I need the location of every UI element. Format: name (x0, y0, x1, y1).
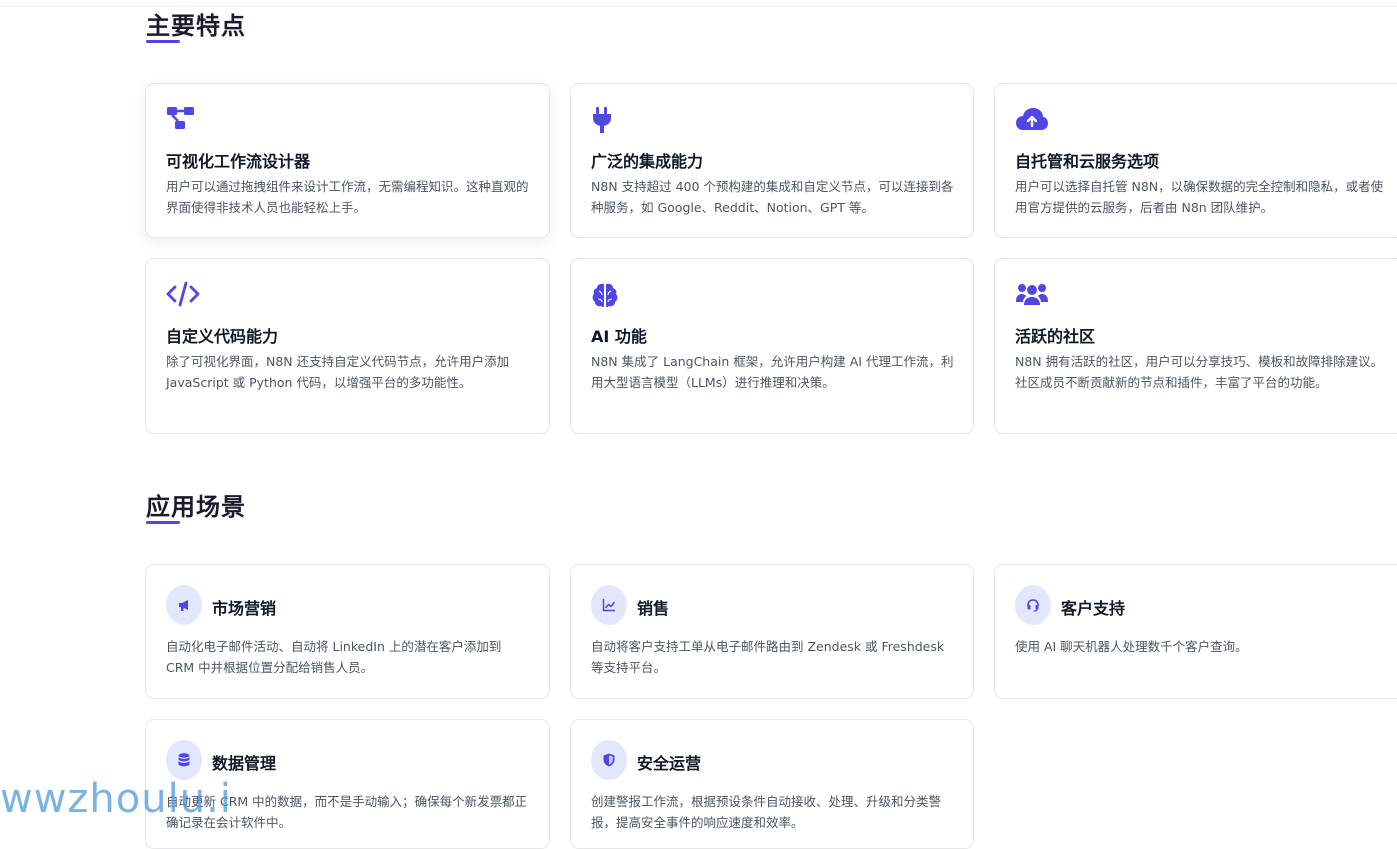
usecase-title: 安全运营 (637, 754, 702, 773)
feature-title: 广泛的集成能力 (591, 152, 704, 171)
usecase-card-sales[interactable]: 销售 自动将客户支持工单从电子邮件路由到 Zendesk 或 Freshdesk… (570, 564, 974, 699)
feature-title: 可视化工作流设计器 (166, 152, 311, 171)
plug-icon (591, 106, 623, 134)
usecase-description: 使用 AI 聊天机器人处理数千个客户查询。 (1015, 639, 1248, 654)
usecase-card-marketing[interactable]: 市场营销 自动化电子邮件活动、自动将 LinkedIn 上的潜在客户添加到 CR… (145, 564, 550, 699)
usecase-description: 创建警报工作流，根据预设条件自动接收、处理、升级和分类警报，提高安全事件的响应速… (591, 794, 942, 830)
usecases-section-title: 应用场景 (146, 493, 246, 521)
code-icon (166, 281, 200, 309)
workflow-icon (166, 106, 198, 134)
usecase-card-support[interactable]: 客户支持 使用 AI 聊天机器人处理数千个客户查询。 (994, 564, 1397, 699)
feature-card-hosting[interactable]: 自托管和云服务选项 用户可以选择自托管 N8N，以确保数据的完全控制和隐私，或者… (994, 83, 1397, 238)
feature-description: 除了可视化界面，N8N 还支持自定义代码节点，允许用户添加 JavaScript… (166, 354, 510, 390)
brain-icon (591, 281, 623, 309)
usecase-description: 自动化电子邮件活动、自动将 LinkedIn 上的潜在客户添加到 CRM 中并根… (166, 639, 502, 675)
usecase-title: 客户支持 (1061, 599, 1126, 618)
chart-line-icon (591, 585, 627, 625)
cloud-upload-icon (1015, 106, 1048, 134)
usecase-card-security[interactable]: 安全运营 创建警报工作流，根据预设条件自动接收、处理、升级和分类警报，提高安全事… (570, 719, 974, 849)
features-section-title: 主要特点 (146, 12, 246, 40)
feature-card-ai[interactable]: AI 功能 N8N 集成了 LangChain 框架，允许用户构建 AI 代理工… (570, 258, 974, 434)
feature-card-community[interactable]: 活跃的社区 N8N 拥有活跃的社区，用户可以分享技巧、模板和故障排除建议。社区成… (994, 258, 1397, 434)
usecase-title: 销售 (637, 599, 670, 618)
feature-description: N8N 集成了 LangChain 框架，允许用户构建 AI 代理工作流，利用大… (591, 354, 954, 390)
feature-title: 自定义代码能力 (166, 327, 279, 346)
shield-icon (591, 740, 627, 780)
features-title-underline (146, 40, 180, 43)
users-icon (1015, 281, 1048, 309)
megaphone-icon (166, 585, 202, 625)
feature-description: 用户可以通过拖拽组件来设计工作流，无需编程知识。这种直观的界面使得非技术人员也能… (166, 179, 529, 215)
usecases-title-underline (146, 521, 180, 524)
usecase-description: 自动将客户支持工单从电子邮件路由到 Zendesk 或 Freshdesk 等支… (591, 639, 945, 675)
feature-card-integrations[interactable]: 广泛的集成能力 N8N 支持超过 400 个预构建的集成和自定义节点，可以连接到… (570, 83, 974, 238)
usecase-title: 市场营销 (212, 599, 277, 618)
headset-icon (1015, 585, 1051, 625)
watermark: wwzhoulu.i (0, 776, 232, 822)
feature-title: 活跃的社区 (1015, 327, 1096, 346)
feature-description: N8N 支持超过 400 个预构建的集成和自定义节点，可以连接到各种服务，如 G… (591, 179, 954, 215)
feature-card-visual-designer[interactable]: 可视化工作流设计器 用户可以通过拖拽组件来设计工作流，无需编程知识。这种直观的界… (145, 83, 550, 238)
feature-title: AI 功能 (591, 327, 647, 346)
feature-title: 自托管和云服务选项 (1015, 152, 1160, 171)
feature-card-custom-code[interactable]: 自定义代码能力 除了可视化界面，N8N 还支持自定义代码节点，允许用户添加 Ja… (145, 258, 550, 434)
usecase-title: 数据管理 (212, 754, 277, 773)
feature-description: 用户可以选择自托管 N8N，以确保数据的完全控制和隐私，或者使用官方提供的云服务… (1015, 179, 1384, 215)
feature-description: N8N 拥有活跃的社区，用户可以分享技巧、模板和故障排除建议。社区成员不断贡献新… (1015, 354, 1384, 390)
database-icon (166, 740, 202, 780)
